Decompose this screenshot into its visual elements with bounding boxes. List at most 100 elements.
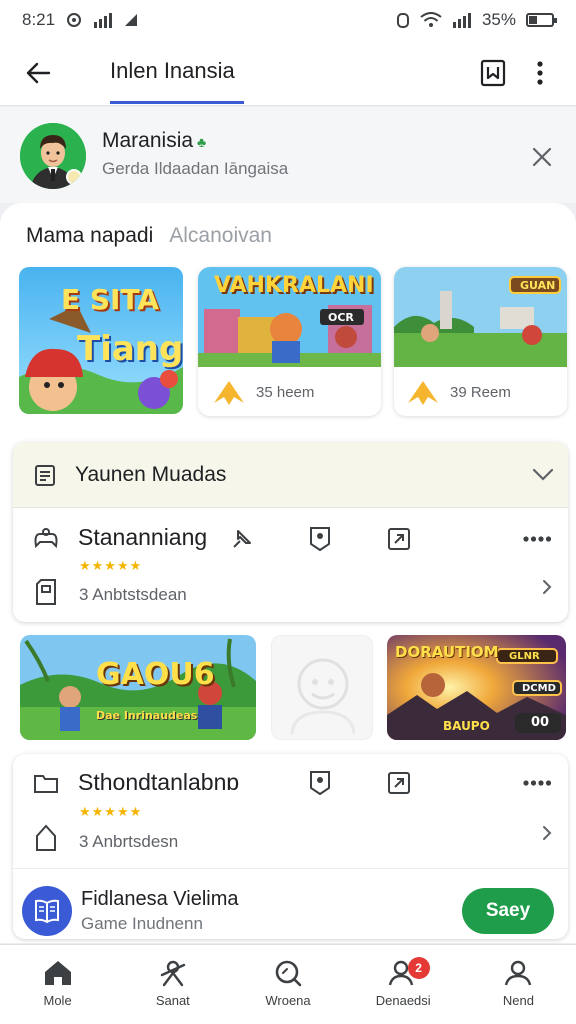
battery-percent: 35%: [481, 10, 516, 29]
nav-label-search: Wroena: [265, 993, 311, 1008]
chevron-right-icon[interactable]: [535, 572, 559, 602]
gallery-placeholder-icon: [290, 658, 356, 735]
gallery-3-title: DORAUTIOM: [395, 643, 499, 661]
app-1-subtitle: 3 Anbtstsdean: [79, 585, 187, 604]
avatar[interactable]: [20, 123, 86, 189]
app-1-title[interactable]: Stananniang: [78, 524, 207, 551]
app-2-rating-stars: ★★★★★: [79, 804, 143, 819]
app-1-rating-stars: ★★★★★: [79, 558, 143, 573]
open-external-icon[interactable]: [384, 768, 414, 798]
featured-2-title: VAHKRALANI: [214, 273, 374, 298]
gallery-3-tag2: DCMD: [522, 683, 556, 694]
cell-signal-icon: [452, 13, 471, 28]
pin-icon[interactable]: [227, 524, 257, 554]
save-icon: [31, 576, 61, 608]
avatar-illustration-icon: [20, 123, 86, 189]
profile-name: Maranisia ♣: [102, 129, 206, 153]
nav-label-home: Mole: [43, 993, 72, 1008]
status-bar: 8:21 35%: [0, 0, 576, 40]
chevron-right-icon[interactable]: [535, 818, 559, 848]
badge-icon[interactable]: [305, 524, 335, 554]
tab-alcanoivan[interactable]: Alcanoivan: [169, 224, 272, 248]
featured-3-rating: 39 Reem: [406, 379, 511, 405]
app-list-card: Yaunen Muadas Stananniang ★★★★★ 3 Anbtst…: [13, 442, 568, 622]
gallery-3-tag3: BAUPO: [443, 719, 490, 733]
data-icon: [125, 14, 138, 26]
arrow-back-icon: [26, 62, 51, 83]
promo-subtitle: Game Inudnenn: [81, 914, 203, 933]
section-header-label: Yaunen Muadas: [75, 462, 227, 486]
app-2-subtitle: 3 Anbrtsdesn: [79, 832, 179, 851]
app-bar: Inlen Inansia: [0, 40, 576, 106]
folder-icon: [31, 768, 61, 798]
gallery-3-tag: GLNR: [509, 651, 540, 662]
status-time: 8:21: [22, 10, 56, 29]
featured-game-2[interactable]: VAHKRALANI OCR 35 heem: [198, 267, 381, 416]
featured-1-title-a: E SITA: [61, 283, 160, 316]
gallery-item-2[interactable]: [271, 635, 373, 740]
close-icon: [532, 147, 552, 167]
gallery-1-caption: Dae Inrinaudeas: [96, 709, 198, 722]
more-horiz-icon[interactable]: [519, 524, 555, 554]
nav-item-profile[interactable]: Nend: [461, 945, 576, 1024]
nav-item-puzzle[interactable]: Sanat: [115, 945, 230, 1024]
page-title: Inlen Inansia: [110, 58, 235, 83]
gallery-item-1[interactable]: GAOU6 Dae Inrinaudeas: [20, 635, 256, 740]
profile-icon: [505, 960, 532, 986]
bookmark-button[interactable]: [470, 50, 516, 96]
featured-game-3[interactable]: GUAN 39 Reem: [394, 267, 567, 416]
nav-item-home[interactable]: Mole: [0, 945, 115, 1024]
notification-badge: 2: [407, 957, 430, 979]
title-underline: [110, 101, 244, 104]
content-sheet: Mama napadi Alcanoivan E SITA Tiang VAHK…: [0, 203, 576, 943]
gallery-item-3[interactable]: DORAUTIOM GLNR DCMD BAUPO 00: [387, 635, 566, 740]
open-external-icon[interactable]: [384, 524, 414, 554]
book-icon: [22, 886, 72, 936]
house-icon: [31, 822, 61, 854]
puzzle-icon: [160, 960, 185, 987]
featured-game-1[interactable]: E SITA Tiang: [19, 267, 183, 414]
alarm-icon: [396, 13, 409, 28]
badge-icon[interactable]: [305, 768, 335, 798]
signal-icon: [94, 13, 113, 28]
featured-3-rating-text: 39 Reem: [450, 383, 511, 401]
promo-title: Fidlanesa Vielima: [81, 888, 239, 910]
nav-label-profile: Nend: [502, 993, 534, 1008]
back-button[interactable]: [8, 43, 68, 103]
gallery-3-count: 00: [531, 715, 550, 730]
vpn-icon: [67, 13, 82, 27]
more-horiz-icon[interactable]: [519, 768, 555, 798]
section-header[interactable]: Yaunen Muadas: [13, 442, 568, 508]
tab-mama-napadi[interactable]: Mama napadi: [26, 224, 153, 248]
close-button[interactable]: [522, 137, 562, 177]
trophy-icon: [214, 381, 244, 405]
leaf-icon: ♣: [197, 134, 207, 150]
featured-2-rating-text: 35 heem: [256, 383, 315, 401]
profile-name-text: Maranisia: [102, 129, 194, 152]
promo-row[interactable]: Fidlanesa Vielima Game Inudnenn Saey: [13, 868, 568, 944]
featured-3-tag: GUAN: [520, 279, 556, 292]
more-vert-icon: [537, 61, 543, 85]
battery-icon: [526, 13, 557, 27]
trophy-icon: [408, 381, 438, 405]
document-icon: [35, 464, 55, 486]
nav-item-search[interactable]: Wroena: [230, 945, 345, 1024]
save-button[interactable]: Saey: [462, 888, 554, 934]
search-icon: [275, 960, 302, 987]
game-controller-icon: [31, 524, 61, 554]
profile-card[interactable]: Maranisia ♣ Gerda Ildaadan Iāngaisa: [0, 107, 576, 203]
nav-item-friends[interactable]: 2 Denaedsi: [346, 945, 461, 1024]
featured-2-tag: OCR: [328, 311, 354, 324]
nav-label-puzzle: Sanat: [155, 993, 190, 1008]
chevron-down-icon[interactable]: [532, 468, 554, 482]
tab-bar: Mama napadi Alcanoivan: [26, 224, 272, 248]
nav-label-friends: Denaedsi: [375, 993, 431, 1008]
gallery-1-title: GAOU6: [96, 657, 215, 692]
profile-subtitle: Gerda Ildaadan Iāngaisa: [102, 159, 289, 178]
bottom-nav: Mole Sanat Wroena 2 Denaedsi Nend: [0, 944, 576, 1024]
app-2-title[interactable]: Sthondtanlabnɒ: [78, 769, 239, 796]
featured-2-rating: 35 heem: [212, 379, 314, 405]
more-options-button[interactable]: [518, 50, 562, 96]
wifi-icon: [420, 12, 442, 27]
home-icon: [44, 961, 71, 985]
